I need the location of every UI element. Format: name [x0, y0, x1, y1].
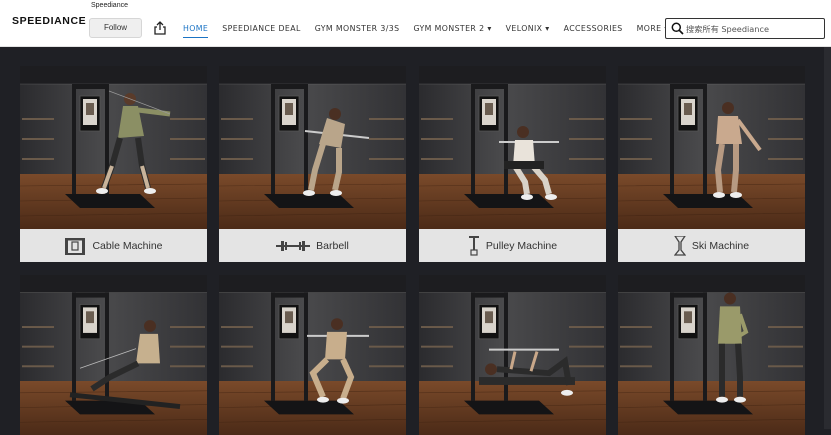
nav-more[interactable]: MORE ▾	[637, 24, 669, 36]
tile-label: Pulley Machine	[485, 239, 558, 252]
tile-caption[interactable]: Barbell	[219, 229, 406, 262]
squat-photo	[219, 275, 406, 435]
curl-photo	[618, 275, 805, 435]
barbell-icon	[276, 240, 311, 251]
ski-machine-photo	[618, 66, 805, 229]
store-header: SPEEDIANCE Speediance Follow HOME SPEEDI…	[0, 0, 831, 47]
rower-photo	[20, 275, 207, 435]
nav-gym-monster-3[interactable]: GYM MONSTER 3/3S	[315, 24, 400, 36]
tile-rower[interactable]	[20, 275, 207, 435]
tile-curl[interactable]	[618, 275, 805, 435]
tile-barbell[interactable]: Barbell	[219, 66, 406, 262]
tile-bench-press[interactable]	[419, 275, 606, 435]
product-grid: Cable Machine Barbell Pulley Machine Ski…	[0, 47, 831, 435]
cable-machine-photo	[20, 66, 207, 229]
scrollbar[interactable]	[824, 47, 831, 429]
nav-home[interactable]: HOME	[183, 24, 209, 38]
tile-cable-machine[interactable]: Cable Machine	[20, 66, 207, 262]
nav-accessories[interactable]: ACCESSORIES	[564, 24, 623, 36]
search-icon[interactable]	[671, 22, 684, 35]
nav-speediance-deal[interactable]: SPEEDIANCE DEAL	[222, 24, 300, 36]
store-name[interactable]: Speediance	[91, 2, 128, 9]
main-nav: HOME SPEEDIANCE DEAL GYM MONSTER 3/3S GY…	[183, 24, 683, 38]
pulley-machine-photo	[419, 66, 606, 229]
tile-ski-machine[interactable]: Ski Machine	[618, 66, 805, 262]
search-box[interactable]	[665, 18, 825, 39]
pulley-machine-icon	[468, 235, 479, 256]
tile-label: Ski Machine	[691, 239, 750, 252]
ski-machine-icon	[673, 235, 686, 256]
nav-velonix[interactable]: VELONIX ▾	[506, 24, 550, 36]
tile-label: Barbell	[316, 239, 349, 252]
tile-caption[interactable]: Pulley Machine	[419, 229, 606, 262]
nav-gym-monster-2[interactable]: GYM MONSTER 2 ▾	[413, 24, 491, 36]
tile-squat[interactable]	[219, 275, 406, 435]
tile-label: Cable Machine	[92, 239, 163, 252]
bench-press-photo	[419, 275, 606, 435]
search-input[interactable]	[686, 21, 820, 36]
brand-logo[interactable]: SPEEDIANCE	[12, 15, 86, 27]
tile-caption[interactable]: Cable Machine	[20, 229, 207, 262]
share-icon[interactable]	[154, 21, 166, 35]
tile-caption[interactable]: Ski Machine	[618, 229, 805, 262]
cable-machine-icon	[65, 237, 86, 255]
barbell-photo	[219, 66, 406, 229]
tile-pulley-machine[interactable]: Pulley Machine	[419, 66, 606, 262]
follow-button[interactable]: Follow	[89, 18, 142, 38]
